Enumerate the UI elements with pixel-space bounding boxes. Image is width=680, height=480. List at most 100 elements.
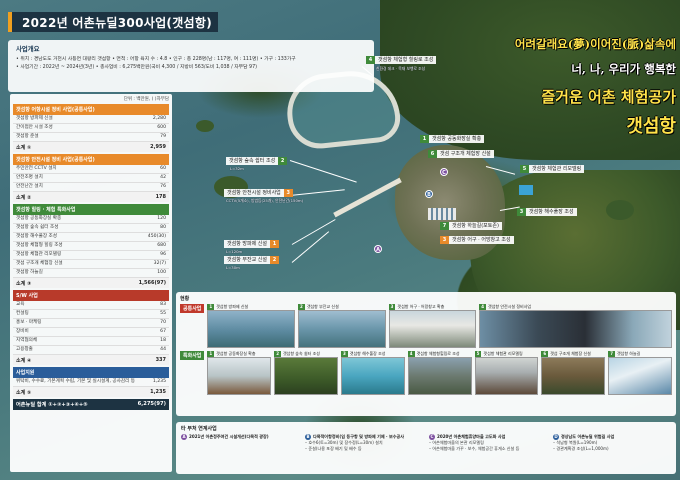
photo-caption: 갯섬 구조개 체험장 신설 xyxy=(550,351,591,356)
map-label-floating-pier[interactable]: 갯섬항 부잔교 신설 2 xyxy=(224,256,279,264)
label-number: 7 xyxy=(440,222,449,230)
label-text: 갯섬항 공동화장실 확충 xyxy=(432,136,482,142)
photo-panel-title: 현황 xyxy=(180,296,190,302)
photo-number: 6 xyxy=(541,351,549,357)
budget-item: 안전난간 설치 xyxy=(16,184,43,189)
map-label-center-remodel[interactable]: 5 갯섬항 체험관 리모델링 xyxy=(520,165,585,173)
budget-row: 안전조명 설치 42 xyxy=(13,174,169,183)
pin-c[interactable]: C xyxy=(440,168,448,176)
photo-number: 2 xyxy=(298,304,305,310)
photo-cell[interactable]: 2 갯섬항 숲속 쉼터 조성 xyxy=(274,351,338,395)
map-label-breakwater[interactable]: 갯섬항 방파제 신설 1 xyxy=(224,240,279,248)
photo-cell[interactable]: 3 갯섬항 해수풀장 조성 xyxy=(341,351,405,395)
photo-number: 4 xyxy=(407,351,415,357)
photo-cell[interactable]: 1 갯섬항 방파제 신설 xyxy=(207,304,296,348)
photo-cell[interactable]: 5 갯섬항 체험관 리모델링 xyxy=(474,351,539,395)
budget-item: 고용창출 xyxy=(16,347,33,352)
map-label-clam-experience[interactable]: 6 갯섬 구조개 체험장 신설 xyxy=(428,150,494,158)
map-label-sky-road[interactable]: 7 갯섬항 하늘길(포토존) xyxy=(440,222,502,230)
map-label-toilet[interactable]: 1 갯섬항 공동화장실 확충 xyxy=(420,135,485,143)
budget-item: 갯섬항 해수풀장 조성 xyxy=(16,234,57,239)
budget-subtotal: 소계 ④ 337 xyxy=(13,355,169,365)
slogan-line-1: 어려갈래요(夢)이어진(脈)삶속에 xyxy=(514,37,676,51)
photo-number: 2 xyxy=(274,351,281,357)
label-number: 1 xyxy=(420,135,429,143)
linked-projects-title: 타 부처 연계사업 xyxy=(181,426,217,432)
budget-amount: 76 xyxy=(160,184,166,189)
budget-row: 컨설팅 55 xyxy=(13,310,169,319)
budget-section: 갯섬항 안전시설 정비 사업(공통사업) 주민안전 CCTV 설치 60 안전조명 설… xyxy=(13,154,169,202)
photo-group-special: 특화사업 1 갯섬항 공동화장실 확충 2 갯섬항 숲속 쉼터 조성 3 갯섬항 해수… xyxy=(180,351,672,395)
subtotal-label: 소계 ⑤ xyxy=(16,389,32,396)
budget-item: 교육 xyxy=(16,302,25,307)
linked-project: D 경상남도 어촌뉴딜 위험길 사업 – 석남형 복원(L=190m) – 경관계획경… xyxy=(553,434,671,452)
project-detail: – 경관계획경 조성(L=1,000m) xyxy=(553,446,609,451)
photo-cell[interactable]: 6 갯섬 구조개 체험장 신설 xyxy=(541,351,606,395)
photo-cell[interactable]: 1 갯섬항 공동화장실 확충 xyxy=(207,351,272,395)
budget-amount: 2,280 xyxy=(152,116,166,121)
photo-cells: 1 갯섬항 공동화장실 확충 2 갯섬항 숲속 쉼터 조성 3 갯섬항 해수풀장 조성… xyxy=(207,351,672,395)
budget-item: 갯섬항 하늘길 xyxy=(16,270,43,275)
budget-row: 장비비 67 xyxy=(13,328,169,337)
photo-cell[interactable]: 2 갯섬항 부잔교 신설 xyxy=(298,304,386,348)
label-text: 갯섬항 체험형 힐링로 조성 xyxy=(378,57,434,63)
photo-group-common: 공통사업 1 갯섬항 방파제 신설 2 갯섬항 부잔교 신설 3 갯섬항 어구 · 어… xyxy=(180,304,672,348)
label-number: 1 xyxy=(269,240,279,248)
photo-caption: 갯섬항 체험관 리모델링 xyxy=(483,351,523,356)
budget-amount: 80 xyxy=(160,225,166,230)
map-label-seawater-pool[interactable]: 3 갯섬항 해수풀장 조성 xyxy=(517,208,577,216)
photo-caption: 갯섬항 체험형힐링로 조성 xyxy=(416,351,460,356)
photo-cell[interactable]: 3 갯섬항 어구 · 어망창고 확충 xyxy=(388,304,477,348)
pin-b[interactable]: B xyxy=(425,190,433,198)
budget-item: 갯섬항 공동화장실 확충 xyxy=(16,216,62,221)
budget-row: 교육 83 xyxy=(13,301,169,310)
photo-cell[interactable]: 7 갯섬항 하늘길 xyxy=(608,351,672,395)
photo-number: 3 xyxy=(388,304,396,310)
budget-amount: 600 xyxy=(157,125,166,130)
budget-item: 안전조명 설치 xyxy=(16,175,43,180)
photo-cell[interactable]: 4 갯섬항 안전시설 정비사업 xyxy=(479,304,672,348)
slogan-line-2: 너, 나, 우리가 행복한 xyxy=(571,62,676,76)
label-text: 갯섬항 어구 · 어망창고 조성 xyxy=(452,237,511,243)
subtotal-label: 소계 ① xyxy=(16,144,32,151)
photo-cell[interactable]: 4 갯섬항 체험형힐링로 조성 xyxy=(407,351,472,395)
budget-item: 갯섬항 숲속 쉼터 조성 xyxy=(16,225,59,230)
photo-image xyxy=(207,357,272,395)
photo-number: 4 xyxy=(479,304,487,310)
pin-a[interactable]: A xyxy=(374,245,382,253)
map-label-forest-rest[interactable]: 갯섬항 숲속 쉼터 조성 2 xyxy=(226,157,288,165)
map-label-healing-road[interactable]: 4 갯섬항 체험형 힐링로 조성 xyxy=(366,56,437,64)
photo-caption: 갯섬항 하늘길 xyxy=(616,351,641,356)
budget-section-title: 갯섬항 힐링 · 체험 특화사업 xyxy=(13,204,169,215)
photo-caption: 갯섬항 어구 · 어망창고 확충 xyxy=(397,304,445,309)
photo-panel: 현황 공통사업 1 갯섬항 방파제 신설 2 갯섬항 부잔교 신설 3 갯섬항 어구 … xyxy=(176,292,676,416)
label-text: 갯섬항 하늘길(포토존) xyxy=(452,223,499,229)
subtotal-value: 1,566(97) xyxy=(138,279,166,286)
budget-amount: 1,235 xyxy=(152,379,166,384)
photo-image xyxy=(274,357,338,395)
map-label-safety[interactable]: 갯섬항 안전시설 정비사업 3 xyxy=(224,189,293,197)
budget-amount: 32(7) xyxy=(153,261,166,266)
photo-number: 1 xyxy=(207,351,215,357)
budget-item: 갯섬항 방파제 신설 xyxy=(16,116,53,121)
map-label-fishing-gear[interactable]: 3 갯섬항 어구 · 어망창고 조성 xyxy=(440,236,514,244)
budget-row: 갯섬항 방파제 신설 2,280 xyxy=(13,115,169,124)
budget-item: 장비비 xyxy=(16,329,29,334)
subtotal-value: 178 xyxy=(155,193,166,200)
budget-amount: 55 xyxy=(160,311,166,316)
label-number: 5 xyxy=(520,165,529,173)
map-note: L=120m xyxy=(226,249,243,254)
overview-line: • 위치 : 경남도도 거천시 사등면 대왕리 갯섬항 • 면적 : 어항 육지… xyxy=(16,57,296,62)
map-note: 친환경 데크 · 목재 보행로 조성 xyxy=(376,66,426,71)
label-text: 갯섬항 안전시설 정비사업 xyxy=(227,190,281,196)
budget-item: 갯섬항 준설 xyxy=(16,134,39,139)
subtotal-value: 2,959 xyxy=(150,143,166,150)
subtotal-label: 소계 ③ xyxy=(16,280,32,287)
label-number: 4 xyxy=(366,56,375,64)
budget-subtotal: 소계 ② 178 xyxy=(13,192,169,202)
photo-number: 7 xyxy=(608,351,615,357)
label-text: 갯섬항 방파제 신설 xyxy=(227,241,267,247)
budget-section: 갯섬항 어항시설 정비 사업(공통사업) 갯섬항 방파제 신설 2,280 간이접안 … xyxy=(13,104,169,152)
budget-section-title: 갯섬항 안전시설 정비 사업(공통사업) xyxy=(13,154,169,165)
moored-boats xyxy=(428,208,456,220)
